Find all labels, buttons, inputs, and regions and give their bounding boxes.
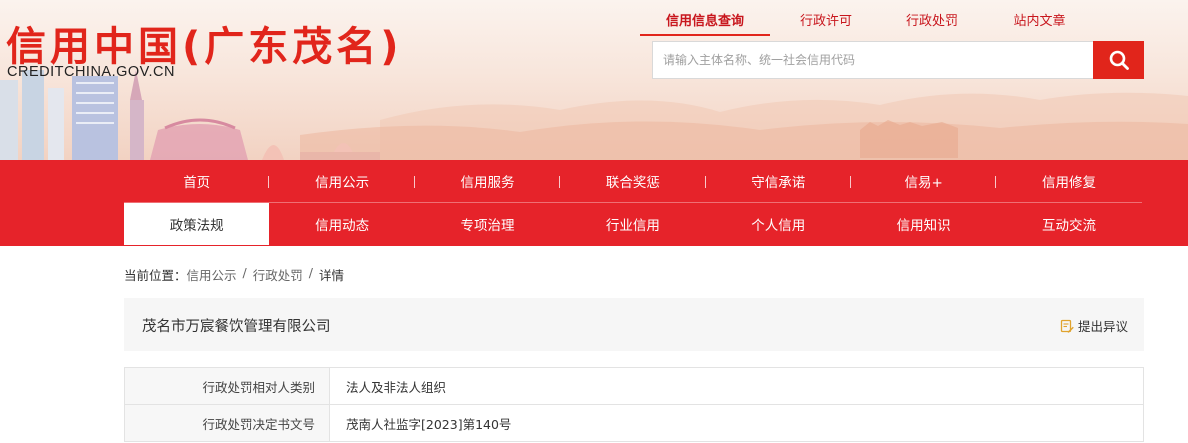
detail-value: 法人及非法人组织 [329,367,1144,405]
top-link-admin-license[interactable]: 行政许可 [770,0,882,36]
nav-item-policy-regulation[interactable]: 政策法规 [124,203,270,245]
nav-item-credit-publicity[interactable]: 信用公示 [269,160,416,202]
nav-item-special-governance[interactable]: 专项治理 [415,203,560,245]
nav-item-interaction[interactable]: 互动交流 [996,203,1141,245]
nav-item-credit-news[interactable]: 信用动态 [269,203,414,245]
raise-objection-label: 提出异议 [1077,319,1128,334]
nav-item-personal-credit[interactable]: 个人信用 [706,203,851,245]
nav-row-secondary: 政策法规 信用动态 专项治理 行业信用 个人信用 信用知识 互动交流 [124,203,1142,245]
nav-item-xinyi-plus[interactable]: 信易+ [851,160,997,202]
top-links-bar: 信用信息查询 行政许可 行政处罚 站内文章 [640,0,1097,36]
nav-row-primary: 首页 信用公示 信用服务 联合奖惩 守信承诺 信易+ 信用修复 [124,160,1142,202]
detail-label: 行政处罚相对人类别 [124,367,330,405]
nav-item-industry-credit[interactable]: 行业信用 [560,203,705,245]
top-link-credit-query[interactable]: 信用信息查询 [640,0,770,36]
nav-item-credit-service[interactable]: 信用服务 [415,160,561,202]
nav-item-joint-reward-punish[interactable]: 联合奖惩 [560,160,706,202]
breadcrumb-separator: / [308,265,313,280]
search-input[interactable] [652,41,1094,79]
detail-value: 茂南人社监字[2023]第140号 [329,404,1144,442]
search-icon [1109,50,1129,70]
table-row: 行政处罚相对人类别 法人及非法人组织 [124,367,1144,405]
breadcrumb: 当前位置： 信用公示 / 行政处罚 / 详情 [124,265,344,284]
nav-item-credit-repair[interactable]: 信用修复 [996,160,1141,202]
nav-item-credit-knowledge[interactable]: 信用知识 [851,203,996,245]
breadcrumb-prefix: 当前位置： [124,268,187,283]
header-banner: 信用中国(广东茂名) CREDITCHINA.GOV.CN 信用信息查询 行政许… [0,0,1188,160]
nav-item-home[interactable]: 首页 [124,160,270,202]
detail-label: 行政处罚决定书文号 [124,404,330,442]
table-row: 行政处罚决定书文号 茂南人社监字[2023]第140号 [124,404,1144,442]
penalty-detail-table: 行政处罚相对人类别 法人及非法人组织 行政处罚决定书文号 茂南人社监字[2023… [124,367,1144,442]
breadcrumb-admin-penalty[interactable]: 行政处罚 [253,265,303,284]
edit-note-icon [1060,319,1074,333]
breadcrumb-separator: / [242,265,247,280]
raise-objection-button[interactable]: 提出异议 [1060,316,1128,335]
top-link-site-articles[interactable]: 站内文章 [982,0,1097,36]
top-link-admin-penalty[interactable]: 行政处罚 [882,0,982,36]
breadcrumb-current-details: 详情 [318,268,344,283]
site-logo-domain: CREDITCHINA.GOV.CN [7,64,175,80]
company-name: 茂名市万宸餐饮管理有限公司 [142,319,331,335]
company-title-card: 茂名市万宸餐饮管理有限公司 提出异议 [124,298,1144,351]
breadcrumb-credit-publicity[interactable]: 信用公示 [187,265,237,284]
nav-item-trust-commitment[interactable]: 守信承诺 [706,160,852,202]
search-button[interactable] [1093,41,1144,79]
main-navigation: 首页 信用公示 信用服务 联合奖惩 守信承诺 信易+ 信用修复 政策法规 信用动… [0,160,1188,246]
